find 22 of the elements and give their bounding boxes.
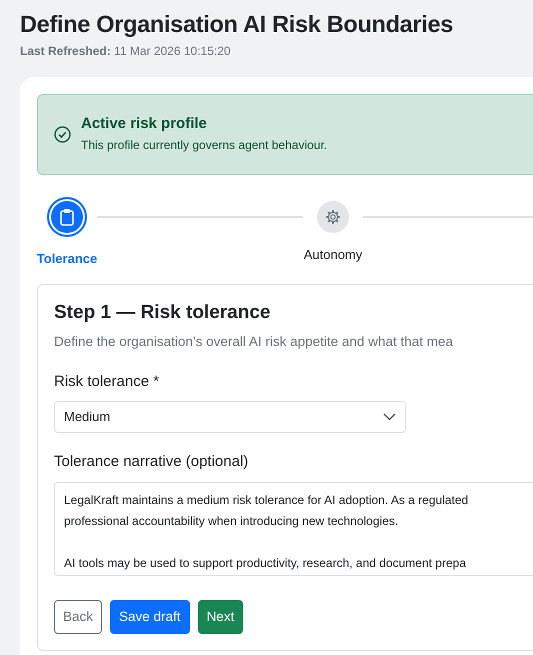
check-circle-icon [54, 126, 71, 144]
step-label[interactable]: Autonomy [304, 245, 362, 265]
narrative-textarea[interactable]: LegalKraft maintains a medium risk tolerance for AI adoption. As a regulated professional accountability when introducing new technologies. AI tools may be used to support productivity, research, and document prepa [54, 482, 533, 576]
field-label: Risk tolerance * [54, 372, 160, 392]
gear-icon [325, 209, 341, 226]
risk-tolerance-select[interactable]: Medium [54, 401, 406, 434]
step-circle[interactable] [47, 197, 87, 238]
alert-text: This profile currently governs agent behaviour. [81, 137, 328, 154]
refreshed-value: 11 Mar 2026 10:15:20 [114, 44, 231, 58]
alert-title: Active risk profile [81, 115, 208, 134]
refreshed-label: Last Refreshed: [20, 44, 111, 58]
step-circle[interactable] [317, 201, 349, 234]
step-description: Define the organisation’s overall AI risk appetite and what that mea [54, 333, 454, 352]
field-label: Tolerance narrative (optional) [54, 452, 250, 472]
back-button[interactable]: Back [54, 600, 102, 634]
chevron-down-icon [383, 413, 396, 422]
step-heading: Step 1 — Risk tolerance [54, 302, 272, 324]
page-title: Define Organisation AI Risk Boundaries [20, 10, 454, 38]
save-draft-button[interactable]: Save draft [110, 600, 190, 634]
next-button[interactable]: Next [198, 600, 244, 634]
step-label[interactable]: Tolerance [36, 249, 98, 269]
clipboard-icon [59, 208, 75, 226]
